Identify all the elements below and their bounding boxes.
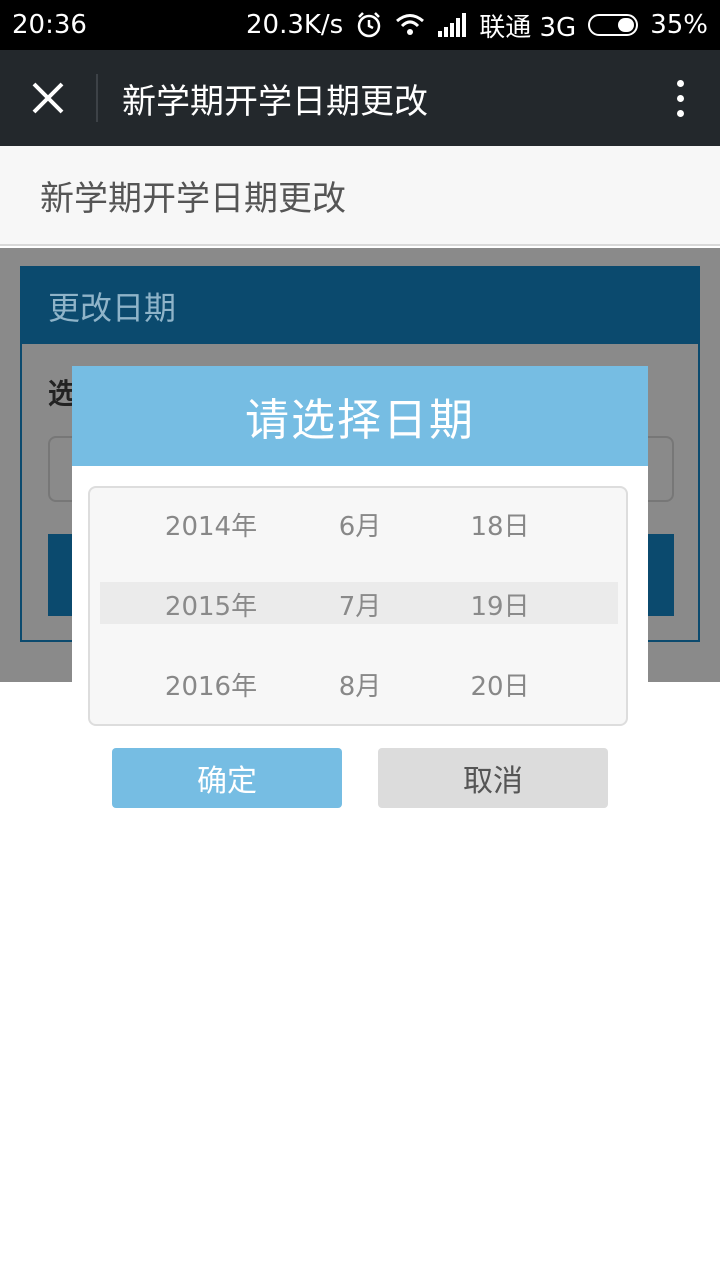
picker-day[interactable]: 20日 [450,666,550,703]
window-title: 新学期开学日期更改 [122,81,428,122]
battery-level: 35% [650,10,708,40]
picker-month[interactable]: 6月 [310,506,410,543]
page-title: 新学期开学日期更改 [0,146,720,246]
picker-day[interactable]: 18日 [450,506,550,543]
title-divider [96,74,98,122]
picker-month[interactable]: 7月 [310,586,410,623]
status-time: 20:36 [12,10,87,40]
picker-year[interactable]: 2014年 [146,506,276,543]
signal-icon [437,13,467,37]
close-icon [32,82,64,114]
picker-month[interactable]: 8月 [310,666,410,703]
more-dot-icon [676,109,684,117]
picker-year[interactable]: 2016年 [146,666,276,703]
confirm-button[interactable]: 确定 [112,748,342,808]
panel-title: 更改日期 [22,268,698,344]
title-bar: 新学期开学日期更改 [0,50,720,146]
cancel-button[interactable]: 取消 [378,748,608,808]
date-picker[interactable]: 2014年 6月 18日 2015年 7月 19日 2016年 8月 20日 [88,486,628,726]
dialog-title: 请选择日期 [72,366,648,466]
picker-row[interactable]: 2014年 6月 18日 [90,504,626,544]
status-right: 20.3K/s 联通 3G 35% [246,7,708,44]
close-button[interactable] [0,50,96,146]
picker-day[interactable]: 19日 [450,586,550,623]
more-dot-icon [676,79,684,87]
network-speed: 20.3K/s [245,10,344,40]
picker-year[interactable]: 2015年 [146,586,276,623]
wifi-icon [395,13,425,37]
alarm-icon [355,11,383,39]
more-dot-icon [676,94,684,102]
status-bar: 20:36 20.3K/s 联通 3G 35% [0,0,720,50]
picker-row-selected[interactable]: 2015年 7月 19日 [90,584,626,624]
battery-icon [588,14,639,36]
more-menu-button[interactable] [640,50,720,146]
picker-row[interactable]: 2016年 8月 20日 [90,664,626,704]
carrier-label: 联通 3G [479,12,577,43]
date-picker-dialog: 请选择日期 2014年 6月 18日 2015年 7月 19日 2016年 8月… [72,366,648,832]
